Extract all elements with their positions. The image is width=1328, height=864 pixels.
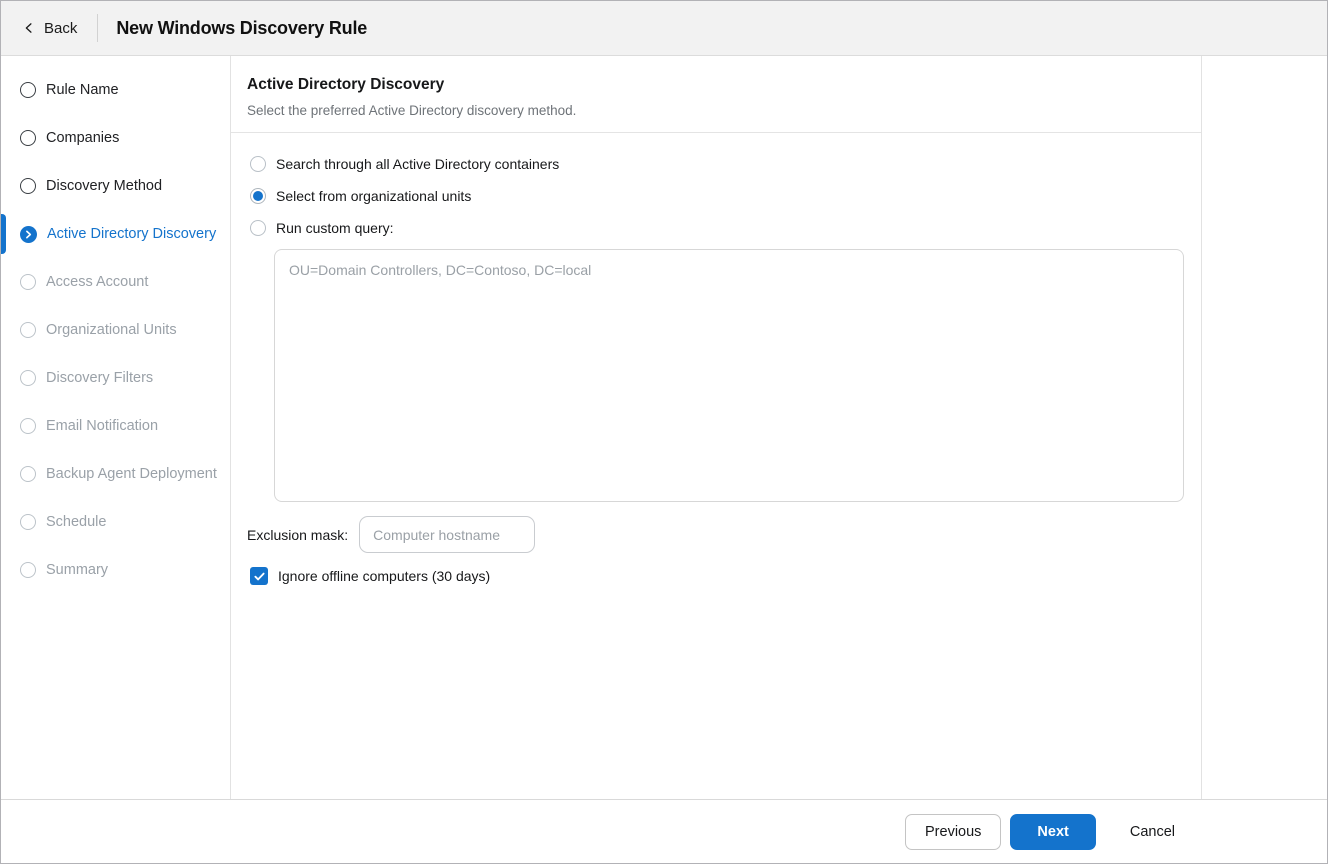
step-label: Rule Name <box>46 82 119 98</box>
radio-button-icon <box>250 220 266 236</box>
cancel-button[interactable]: Cancel <box>1126 814 1179 850</box>
sidebar-step-discovery-method[interactable]: Discovery Method <box>1 162 230 210</box>
section-subtitle: Select the preferred Active Directory di… <box>247 103 577 118</box>
radio-option-search-through-all-active-directory-containers[interactable]: Search through all Active Directory cont… <box>247 148 1185 180</box>
wizard-footer: Previous Next Cancel <box>1 799 1327 863</box>
step-circle-icon <box>20 178 36 194</box>
sidebar-steps: Rule Name Companies Discovery Method Act… <box>1 66 230 594</box>
section-header: Active Directory Discovery Select the pr… <box>231 56 1201 133</box>
radio-selected-dot <box>253 191 263 201</box>
step-label: Discovery Filters <box>46 370 154 386</box>
wizard-window: Back New Windows Discovery Rule Rule Nam… <box>0 0 1328 864</box>
ignore-offline-label: Ignore offline computers (30 days) <box>278 568 491 584</box>
step-circle-icon <box>20 82 36 98</box>
sidebar-step-backup-agent-deployment[interactable]: Backup Agent Deployment <box>1 450 230 498</box>
radio-option-label: Select from organizational units <box>276 188 472 204</box>
radio-button-icon <box>250 188 266 204</box>
radio-button-icon <box>250 156 266 172</box>
step-label: Active Directory Discovery <box>47 226 217 242</box>
ignore-offline-checkbox-row[interactable]: Ignore offline computers (30 days) <box>247 567 1185 585</box>
step-circle-icon <box>20 370 36 386</box>
sidebar-step-schedule[interactable]: Schedule <box>1 498 230 546</box>
custom-query-textarea[interactable] <box>274 249 1184 502</box>
chevron-left-icon <box>23 22 35 34</box>
sidebar-step-email-notification[interactable]: Email Notification <box>1 402 230 450</box>
step-circle-icon <box>20 514 36 530</box>
radio-option-run-custom-query[interactable]: Run custom query: <box>247 212 1185 244</box>
step-label: Discovery Method <box>46 178 163 194</box>
wizard-body: Rule Name Companies Discovery Method Act… <box>1 56 1327 799</box>
step-circle-icon <box>20 466 36 482</box>
sidebar-step-summary[interactable]: Summary <box>1 546 230 594</box>
sidebar-step-organizational-units[interactable]: Organizational Units <box>1 306 230 354</box>
sidebar-step-access-account[interactable]: Access Account <box>1 258 230 306</box>
step-label: Schedule <box>46 514 107 530</box>
header-divider <box>97 14 99 42</box>
previous-button[interactable]: Previous <box>905 813 1002 850</box>
step-circle-icon <box>20 562 36 578</box>
step-circle-icon <box>20 274 36 290</box>
right-rail <box>1202 56 1327 799</box>
back-button[interactable]: Back <box>1 1 97 55</box>
active-step-indicator-bar <box>1 214 6 254</box>
sidebar-step-companies[interactable]: Companies <box>1 114 230 162</box>
step-label: Access Account <box>46 274 149 290</box>
radio-option-select-from-organizational-units[interactable]: Select from organizational units <box>247 180 1185 212</box>
sidebar-step-discovery-filters[interactable]: Discovery Filters <box>1 354 230 402</box>
step-label: Companies <box>46 130 120 146</box>
wizard-header: Back New Windows Discovery Rule <box>1 1 1327 56</box>
main-panel: Active Directory Discovery Select the pr… <box>231 56 1202 799</box>
step-circle-icon <box>20 418 36 434</box>
step-label: Backup Agent Deployment <box>46 466 217 482</box>
next-button[interactable]: Next <box>1010 813 1096 850</box>
radio-option-label: Search through all Active Directory cont… <box>276 156 560 172</box>
step-circle-icon <box>20 322 36 338</box>
page-title: New Windows Discovery Rule <box>116 17 368 38</box>
checkbox-checked-icon[interactable] <box>250 567 268 585</box>
sidebar-step-active-directory-discovery[interactable]: Active Directory Discovery <box>1 210 230 258</box>
step-label: Organizational Units <box>46 322 177 338</box>
step-circle-icon <box>20 130 36 146</box>
exclusion-mask-row: Exclusion mask: <box>247 516 1185 553</box>
step-chevron-right-icon <box>20 225 37 243</box>
step-label: Summary <box>46 562 109 578</box>
discovery-method-radio-group: Search through all Active Directory cont… <box>247 148 1185 244</box>
step-label: Email Notification <box>46 418 159 434</box>
exclusion-mask-label: Exclusion mask: <box>247 526 349 543</box>
sidebar-step-rule-name[interactable]: Rule Name <box>1 66 230 114</box>
wizard-steps-sidebar: Rule Name Companies Discovery Method Act… <box>1 56 231 799</box>
back-label: Back <box>44 19 78 37</box>
exclusion-mask-input[interactable] <box>359 516 536 553</box>
section-title: Active Directory Discovery <box>247 76 445 93</box>
radio-option-label: Run custom query: <box>276 220 394 236</box>
section-body: Search through all Active Directory cont… <box>231 133 1201 585</box>
